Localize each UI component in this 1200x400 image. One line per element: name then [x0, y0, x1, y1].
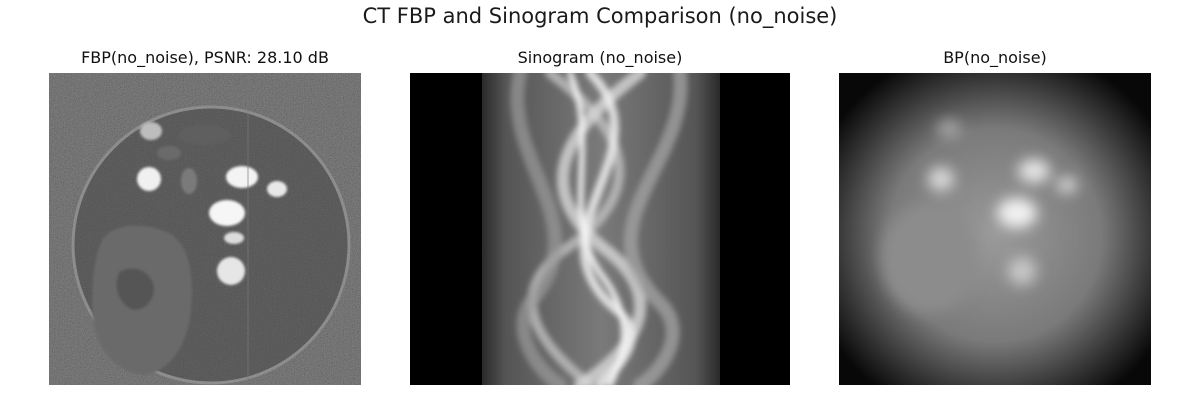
fbp-panel-title: FBP(no_noise), PSNR: 28.10 dB [81, 48, 329, 67]
figure-title: CT FBP and Sinogram Comparison (no_noise… [362, 4, 838, 28]
bp-panel-title: BP(no_noise) [943, 48, 1047, 67]
sinogram-image [410, 73, 790, 385]
sinogram-panel-title: Sinogram (no_noise) [517, 48, 683, 67]
fbp-image [49, 73, 361, 385]
bp-image [839, 73, 1151, 385]
